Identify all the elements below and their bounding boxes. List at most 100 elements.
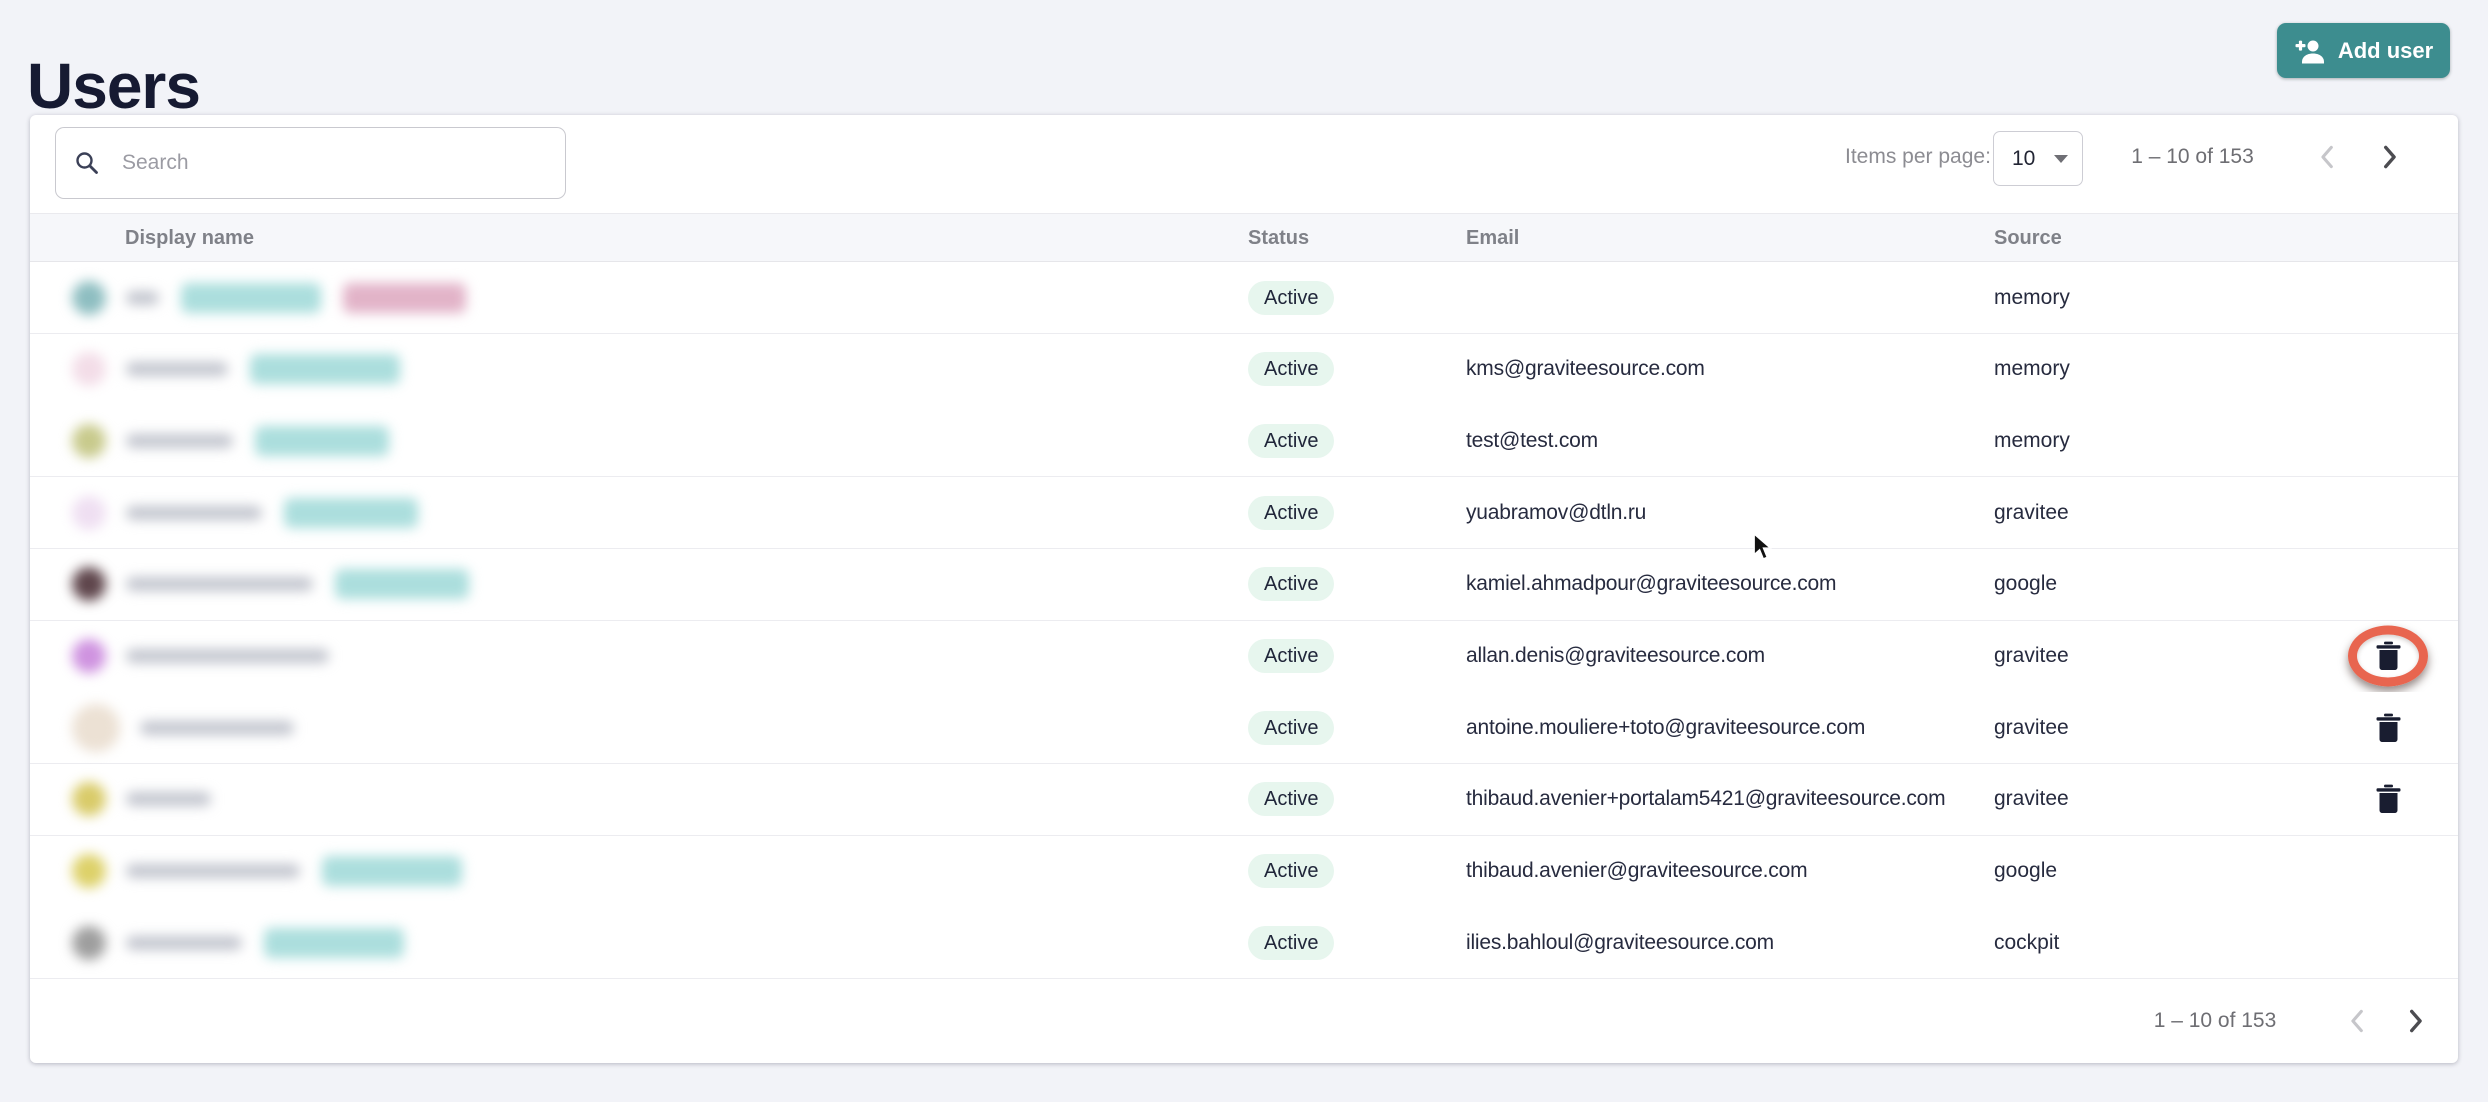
search-box[interactable]: [55, 127, 566, 199]
table-row[interactable]: Active test@test.com memory: [30, 405, 2458, 477]
source-cell: memory: [1994, 334, 2070, 405]
status-cell: Active: [1248, 477, 1334, 548]
redacted-badge: [250, 354, 400, 384]
redacted-name-text: [126, 291, 159, 305]
status-badge: Active: [1248, 639, 1334, 673]
redacted-name-text: [126, 434, 233, 448]
status-badge: Active: [1248, 711, 1334, 745]
table-header: Display name Status Email Source: [30, 213, 2458, 262]
source-cell: gravitee: [1994, 692, 2069, 763]
redacted-badge: [335, 569, 469, 599]
source-cell: gravitee: [1994, 621, 2069, 692]
items-per-page-label: Items per page:: [1845, 145, 1991, 169]
table-row[interactable]: Active antoine.mouliere+toto@graviteesour…: [30, 692, 2458, 764]
column-header-status: Status: [1248, 227, 1309, 250]
table-row[interactable]: Active yuabramov@dtln.ru gravitee: [30, 477, 2458, 549]
status-cell: Active: [1248, 549, 1334, 620]
page-title: Users: [27, 49, 200, 123]
column-header-display-name: Display name: [125, 227, 254, 250]
display-name-cell: [72, 405, 389, 476]
column-header-email: Email: [1466, 227, 1519, 250]
avatar: [72, 281, 106, 315]
redacted-badge: [284, 498, 418, 528]
chevron-left-icon: [2349, 1009, 2364, 1033]
avatar: [72, 854, 106, 888]
email-cell: thibaud.avenier+portalam5421@graviteesou…: [1466, 764, 1945, 835]
chevron-left-icon: [2319, 145, 2334, 169]
display-name-cell: [72, 334, 400, 405]
redacted-name-text: [126, 792, 211, 806]
redacted-display-name: [72, 704, 294, 752]
search-icon: [74, 150, 100, 176]
previous-page-button-bottom[interactable]: [2338, 1003, 2374, 1039]
display-name-cell: [72, 621, 329, 692]
email-cell: ilies.bahloul@graviteesource.com: [1466, 907, 1774, 978]
status-cell: Active: [1248, 405, 1334, 476]
click-annotation-ring: [2348, 626, 2428, 687]
redacted-display-name: [72, 352, 400, 386]
display-name-cell: [72, 836, 462, 907]
status-cell: Active: [1248, 836, 1334, 907]
table-row[interactable]: Activethibaud.avenier+portalam5421@gravi…: [30, 764, 2458, 836]
display-name-cell: [72, 692, 294, 763]
display-name-cell: [72, 262, 466, 333]
email-cell: test@test.com: [1466, 405, 1598, 476]
next-page-button-bottom[interactable]: [2398, 1003, 2434, 1039]
redacted-name-text: [126, 577, 313, 591]
email-cell: yuabramov@dtln.ru: [1466, 477, 1646, 548]
next-page-button-top[interactable]: [2372, 139, 2408, 175]
add-user-button[interactable]: Add user: [2277, 23, 2450, 78]
pagination-range-bottom: 1 – 10 of 153: [2110, 1009, 2320, 1033]
trash-icon: [2375, 713, 2402, 743]
table-row[interactable]: Active kms@graviteesource.com memory: [30, 334, 2458, 406]
redacted-name-text: [140, 721, 294, 735]
display-name-cell: [72, 549, 469, 620]
redacted-name-text: [126, 864, 300, 878]
status-badge: Active: [1248, 496, 1334, 530]
source-cell: gravitee: [1994, 477, 2069, 548]
table-row[interactable]: Activethibaud.avenier@graviteesource.com…: [30, 836, 2458, 908]
email-cell: kamiel.ahmadpour@graviteesource.com: [1466, 549, 1836, 620]
source-cell: cockpit: [1994, 907, 2059, 978]
redacted-name-text: [126, 649, 329, 663]
avatar: [72, 639, 106, 673]
status-badge: Active: [1248, 281, 1334, 315]
redacted-name-text: [126, 936, 242, 950]
table-row[interactable]: Activeilies.bahloul@graviteesource.comco…: [30, 907, 2458, 979]
status-badge: Active: [1248, 854, 1334, 888]
items-per-page-select[interactable]: 10: [1993, 131, 2083, 186]
table-row[interactable]: Active kamiel.ahmadpour@graviteesource.co…: [30, 549, 2458, 621]
redacted-badge: [264, 928, 404, 958]
table-row[interactable]: Activememory: [30, 262, 2458, 334]
redacted-display-name: [72, 281, 466, 315]
delete-user-button[interactable]: [2358, 764, 2418, 835]
previous-page-button-top[interactable]: [2308, 139, 2344, 175]
status-cell: Active: [1248, 692, 1334, 763]
redacted-display-name: [72, 854, 462, 888]
email-cell: antoine.mouliere+toto@graviteesource.com: [1466, 692, 1865, 763]
display-name-cell: [72, 477, 418, 548]
redacted-badge: [343, 283, 466, 313]
column-header-source: Source: [1994, 227, 2062, 250]
redacted-name-text: [126, 506, 262, 520]
redacted-badge: [255, 426, 389, 456]
redacted-name-text: [126, 362, 228, 376]
status-badge: Active: [1248, 352, 1334, 386]
avatar: [72, 704, 120, 752]
bottom-paginator: 1 – 10 of 153: [30, 979, 2458, 1063]
delete-user-button[interactable]: [2358, 692, 2418, 763]
redacted-display-name: [72, 782, 211, 816]
chevron-right-icon: [2383, 145, 2398, 169]
source-cell: gravitee: [1994, 764, 2069, 835]
display-name-cell: [72, 764, 211, 835]
table-row[interactable]: Activeallan.denis@graviteesource.comgrav…: [30, 621, 2458, 693]
email-cell: kms@graviteesource.com: [1466, 334, 1705, 405]
delete-user-button[interactable]: [2358, 621, 2418, 692]
display-name-cell: [72, 907, 404, 978]
search-input[interactable]: [120, 150, 565, 176]
avatar: [72, 352, 106, 386]
status-cell: Active: [1248, 621, 1334, 692]
redacted-display-name: [72, 926, 404, 960]
items-per-page-value: 10: [2012, 147, 2035, 171]
source-cell: memory: [1994, 405, 2070, 476]
